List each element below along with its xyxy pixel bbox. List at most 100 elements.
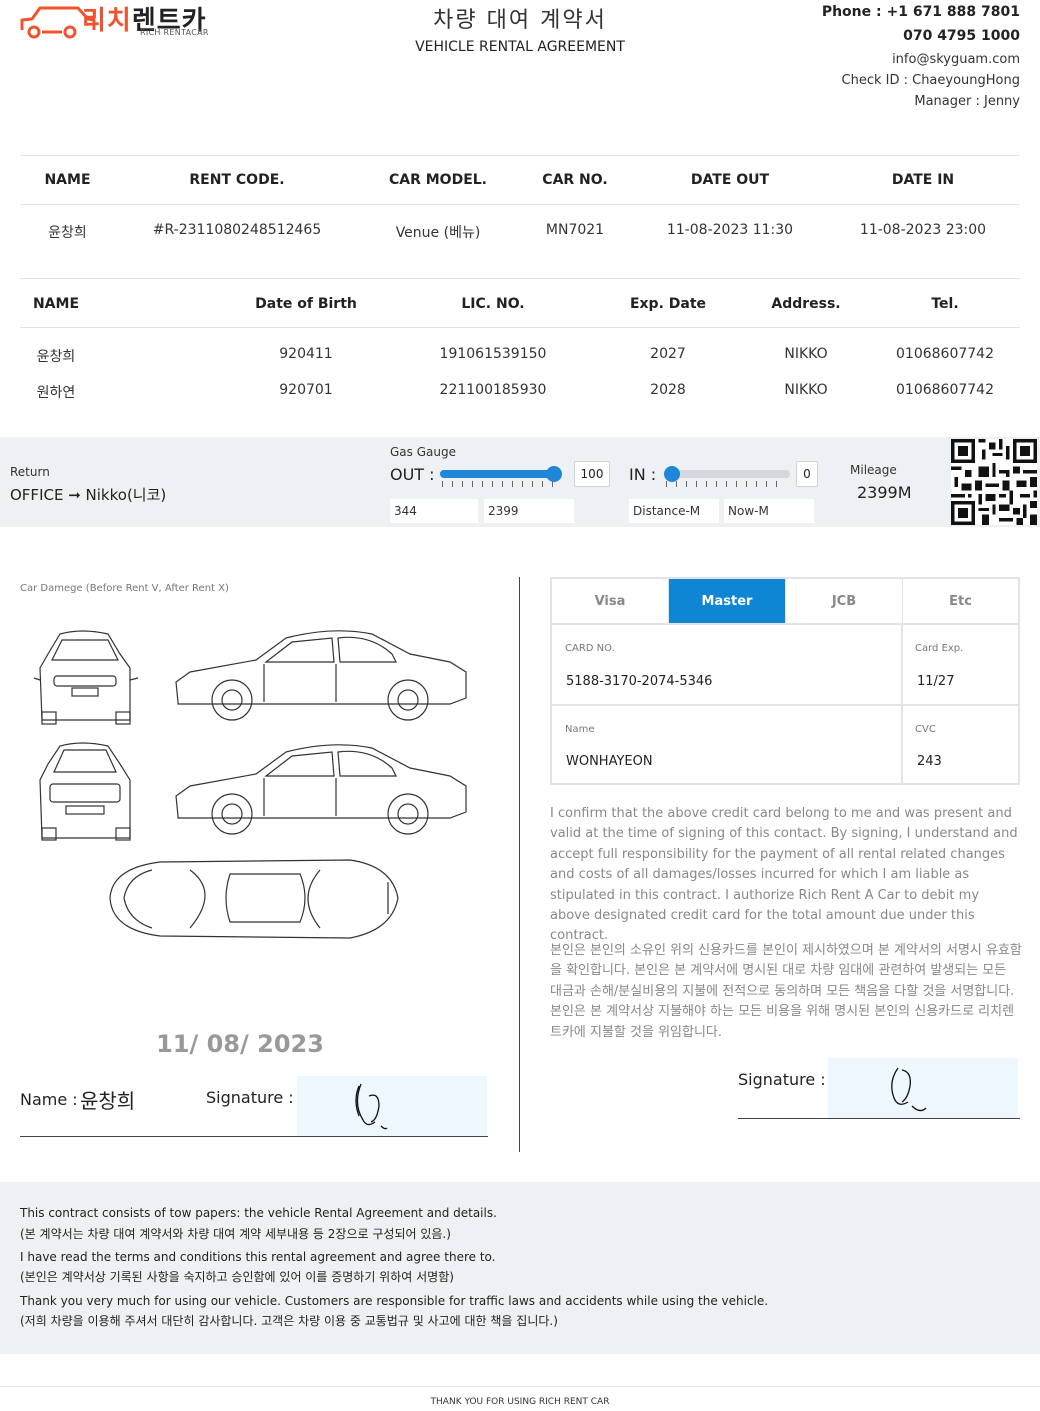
terms-line: (본인은 계약서상 기록된 사항을 숙지하고 승인함에 있어 이를 증명하기 위… <box>20 1270 454 1284</box>
divider <box>20 278 1020 279</box>
return-label: Return <box>10 465 50 479</box>
divider <box>552 704 1018 706</box>
gas-gauge-label: Gas Gauge <box>390 445 456 459</box>
check-id: Check ID : ChaeyoungHong <box>841 73 1021 88</box>
date-in: 11-08-2023 23:00 <box>859 222 987 238</box>
out-gauge-thumb[interactable] <box>546 466 562 482</box>
driver-exp-date: 2027 <box>650 346 686 362</box>
car-side-view-right[interactable] <box>175 744 467 835</box>
page-title-en: VEHICLE RENTAL AGREEMENT <box>415 39 625 55</box>
card-cvc-field[interactable]: 243 <box>917 754 942 769</box>
out-gauge-fill <box>440 470 562 478</box>
in-gauge-slider[interactable] <box>664 470 790 478</box>
signature-mark <box>355 1083 388 1130</box>
consent-text-en: I confirm that the above credit card bel… <box>550 806 1018 944</box>
divider <box>901 625 903 783</box>
return-value: OFFICE ➞ Nikko(니코) <box>10 486 167 504</box>
tab-jcb[interactable]: JCB <box>786 579 903 623</box>
logo-subtitle: RICH RENTACAR <box>140 28 209 37</box>
terms-line: I have read the terms and conditions thi… <box>20 1250 496 1264</box>
col-header-tel: Tel. <box>931 296 959 312</box>
signer-name: 윤창희 <box>80 1089 136 1113</box>
driver-lic-no: 221100185930 <box>439 382 547 398</box>
driver-name: 원하연 <box>36 385 76 401</box>
driver-address: NIKKO <box>784 382 828 398</box>
col-header-car-model: CAR MODEL. <box>388 172 488 188</box>
col-header-exp-date: Exp. Date <box>629 296 707 312</box>
car-damage-diagram[interactable] <box>20 620 480 990</box>
card-name-label: Name <box>565 724 595 735</box>
card-no-label: CARD NO. <box>565 643 615 654</box>
card-signature-line <box>738 1118 1020 1119</box>
car-front-view[interactable] <box>33 630 139 725</box>
card-exp-label: Card Exp. <box>915 643 964 654</box>
signature-pad[interactable] <box>297 1076 487 1136</box>
card-exp-field[interactable]: 11/27 <box>917 674 954 689</box>
manager: Manager : Jenny <box>914 94 1020 109</box>
distance-input[interactable]: Distance-M <box>629 499 719 523</box>
terms-line: Thank you very much for using our vehicl… <box>20 1294 769 1308</box>
in-gauge-thumb[interactable] <box>664 466 680 482</box>
divider <box>552 623 1018 625</box>
mileage-label: Mileage <box>850 463 897 477</box>
card-signature-label: Signature : <box>738 1070 826 1089</box>
terms-line: (저희 차량을 이용해 주셔서 대단히 감사합니다. 고객은 차량 이용 중 교… <box>20 1314 558 1328</box>
tab-etc[interactable]: Etc <box>903 579 1018 623</box>
divider <box>20 155 1020 156</box>
car-top-view[interactable] <box>109 859 399 939</box>
mileage-in-input[interactable]: 2399 <box>484 499 574 523</box>
email: info@skyguam.com <box>892 52 1020 67</box>
out-gauge-slider[interactable] <box>440 470 562 478</box>
driver-lic-no: 191061539150 <box>439 346 547 362</box>
terms-line: (본 계약서는 차량 대여 계약서와 차량 대여 계약 세부내용 등 2장으로 … <box>20 1227 451 1241</box>
contract-date: 11/ 08/ 2023 <box>156 1030 324 1058</box>
gauge-ticks <box>442 481 562 487</box>
card-name-field[interactable]: WONHAYEON <box>566 754 653 769</box>
page-title-ko: 차량 대여 계약서 <box>433 8 607 33</box>
card-no-field[interactable]: 5188-3170-2074-5346 <box>566 674 712 689</box>
col-header-address: Address. <box>771 296 841 312</box>
col-header-driver-name: NAME <box>32 296 80 312</box>
driver-dob: 920411 <box>279 346 333 362</box>
tab-master[interactable]: Master <box>669 579 786 623</box>
driver-exp-date: 2028 <box>650 382 686 398</box>
phone: Phone : +1 671 888 7801 <box>821 4 1020 20</box>
col-header-date-out: DATE OUT <box>690 172 770 188</box>
car-model: Venue (베뉴) <box>395 225 481 241</box>
now-mileage-input[interactable]: Now-M <box>724 499 814 523</box>
mileage-value: 2399M <box>857 483 912 502</box>
car-rear-view[interactable] <box>39 742 131 841</box>
tab-visa[interactable]: Visa <box>552 579 669 623</box>
in-value-box: 0 <box>796 461 818 487</box>
in-label: IN : <box>629 465 657 484</box>
col-header-rent-code: RENT CODE. <box>189 172 285 188</box>
signature-label: Signature : <box>206 1088 294 1107</box>
damage-title: Car Damege (Before Rent V, After Rent X) <box>20 583 229 594</box>
col-header-name: NAME <box>44 172 91 188</box>
divider <box>0 1386 1040 1387</box>
card-signature-mark <box>891 1067 927 1112</box>
card-cvc-label: CVC <box>915 724 936 735</box>
col-header-dob: Date of Birth <box>255 296 357 312</box>
qr-code-icon <box>951 439 1037 525</box>
col-header-lic-no: LIC. NO. <box>461 296 525 312</box>
out-label: OUT : <box>390 465 435 484</box>
rent-code: #R-2311080248512465 <box>152 222 322 238</box>
date-out: 11-08-2023 11:30 <box>666 222 794 238</box>
driver-name: 윤창희 <box>36 349 76 365</box>
logo-text-a: 리치 <box>82 6 132 36</box>
gauge-ticks <box>666 481 786 487</box>
col-header-car-no: CAR NO. <box>542 172 608 188</box>
driver-tel: 01068607742 <box>896 346 994 362</box>
driver-dob: 920701 <box>279 382 333 398</box>
card-signature-pad[interactable] <box>828 1058 1018 1118</box>
terms-line: This contract consists of tow papers: th… <box>20 1206 497 1220</box>
car-no: MN7021 <box>545 222 605 238</box>
driver-address: NIKKO <box>784 346 828 362</box>
phone-secondary: 070 4795 1000 <box>903 28 1020 44</box>
signature-line <box>20 1136 488 1137</box>
out-value-box: 100 <box>574 461 610 487</box>
mileage-out-input[interactable]: 344 <box>390 499 478 523</box>
car-side-view-left[interactable] <box>175 630 467 721</box>
divider <box>20 327 1020 328</box>
